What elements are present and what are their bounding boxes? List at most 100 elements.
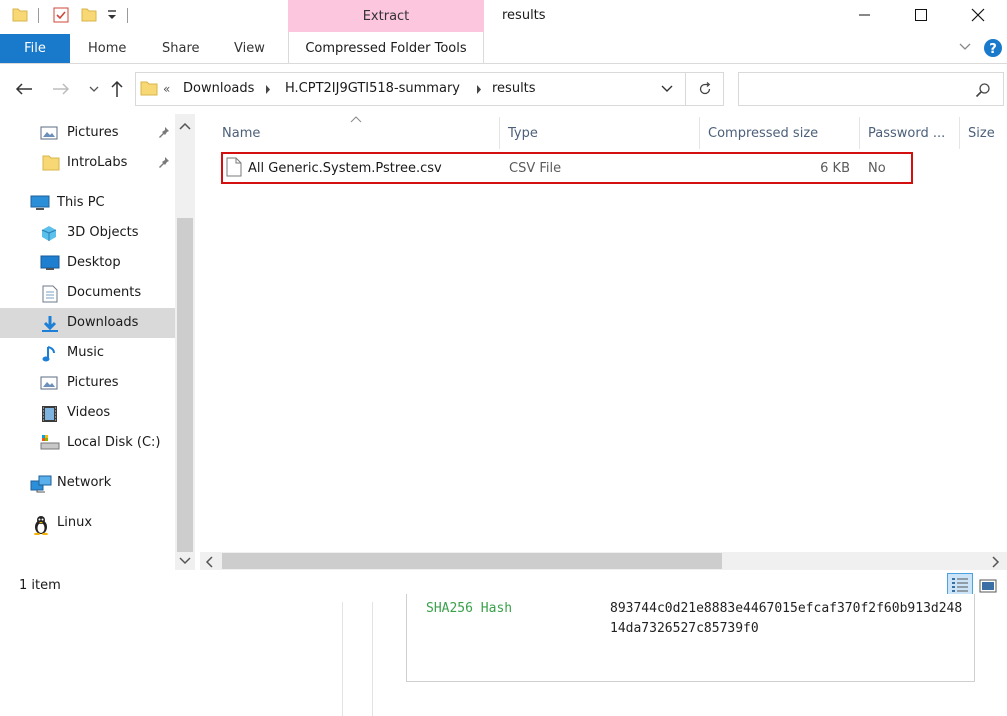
sort-ascending-icon — [350, 116, 362, 123]
background-panel-divider — [372, 602, 373, 716]
nav-item-videos[interactable]: Videos — [0, 398, 175, 428]
column-header-type[interactable]: Type — [508, 122, 538, 146]
column-header-name[interactable]: Name — [222, 122, 260, 146]
nav-item-downloads[interactable]: Downloads — [0, 308, 175, 338]
chevron-right-icon — [992, 556, 1000, 568]
nav-item-music[interactable]: Music — [0, 338, 175, 368]
documents-icon — [42, 285, 60, 303]
desktop-icon — [40, 255, 60, 271]
tab-view[interactable]: View — [234, 34, 265, 63]
chevron-down-icon — [179, 557, 191, 565]
nav-item-linux[interactable]: Linux — [0, 508, 175, 538]
properties-icon[interactable] — [52, 6, 70, 24]
pin-icon[interactable] — [157, 156, 170, 169]
music-icon — [42, 345, 60, 362]
breadcrumb-overflow[interactable]: « — [163, 80, 170, 98]
new-folder-icon[interactable] — [80, 6, 98, 24]
nav-item-network[interactable]: Network — [0, 468, 175, 498]
chevron-down-icon — [661, 85, 673, 92]
recent-locations-button[interactable] — [83, 78, 105, 100]
help-button[interactable]: ? — [983, 38, 1003, 58]
chevron-right-icon[interactable] — [265, 85, 271, 94]
3d-objects-icon — [40, 225, 58, 241]
column-divider[interactable] — [699, 117, 700, 149]
local-disk-icon — [40, 435, 60, 451]
navigation-scrollbar-thumb[interactable] — [177, 218, 193, 552]
hash-label: SHA256 Hash — [426, 601, 513, 616]
nav-item-this-pc[interactable]: This PC — [0, 188, 175, 218]
large-icons-view-button[interactable] — [977, 575, 999, 597]
nav-item-documents[interactable]: Documents — [0, 278, 175, 308]
svg-text:?: ? — [989, 42, 997, 57]
column-header-size[interactable]: Size — [968, 122, 995, 146]
refresh-button[interactable] — [686, 72, 724, 106]
up-button[interactable] — [106, 78, 128, 100]
network-icon — [30, 475, 52, 493]
breadcrumb-summary-folder[interactable]: H.CPT2IJ9GTI518-summary — [285, 80, 460, 98]
arrow-left-icon — [15, 83, 32, 95]
computer-icon — [30, 195, 50, 211]
chevron-down-icon — [89, 86, 99, 92]
tab-share[interactable]: Share — [162, 34, 200, 63]
column-divider[interactable] — [959, 117, 960, 149]
status-item-count: 1 item — [19, 578, 61, 593]
minimize-icon — [859, 14, 870, 16]
folder-icon — [140, 79, 158, 97]
pin-icon[interactable] — [157, 126, 170, 139]
folder-icon — [42, 155, 60, 171]
scroll-down-button[interactable] — [179, 557, 191, 565]
close-icon — [971, 8, 985, 22]
scroll-left-button[interactable] — [205, 556, 213, 568]
nav-item-desktop[interactable]: Desktop — [0, 248, 175, 278]
pictures-icon — [40, 375, 58, 391]
linux-icon — [32, 515, 50, 535]
csv-file-icon — [226, 157, 242, 177]
context-tab-extract[interactable]: Extract — [288, 0, 484, 32]
nav-item-introlabs[interactable]: IntroLabs — [0, 148, 175, 178]
close-button[interactable] — [955, 0, 1001, 30]
forward-button[interactable] — [50, 78, 72, 100]
maximize-button[interactable] — [898, 0, 944, 30]
horizontal-scrollbar-thumb[interactable] — [222, 553, 722, 569]
nav-item-pictures-quick[interactable]: Pictures — [0, 118, 175, 148]
downloads-icon — [40, 315, 58, 332]
minimize-button[interactable] — [842, 0, 888, 30]
videos-icon — [41, 405, 59, 422]
navigation-pane: Pictures IntroLabs This PC 3D Objects De… — [0, 114, 195, 570]
large-icons-view-icon — [979, 579, 997, 593]
address-dropdown-button[interactable] — [661, 85, 673, 93]
scroll-right-button[interactable] — [992, 556, 1000, 568]
scroll-up-button[interactable] — [179, 122, 191, 130]
column-header-compressed-size[interactable]: Compressed size — [708, 122, 818, 146]
title-bar: Extract results — [0, 0, 1007, 32]
chevron-up-icon — [179, 122, 191, 130]
chevron-right-icon[interactable] — [476, 85, 482, 94]
nav-item-3d-objects[interactable]: 3D Objects — [0, 218, 175, 248]
separator — [127, 8, 128, 23]
file-name[interactable]: All Generic.System.Pstree.csv — [248, 160, 442, 178]
back-button[interactable] — [13, 78, 35, 100]
chevron-down-icon — [959, 43, 971, 50]
ribbon-expand-button[interactable] — [958, 42, 972, 52]
nav-item-local-disk[interactable]: Local Disk (C:) — [0, 428, 175, 458]
tab-compressed-folder-tools[interactable]: Compressed Folder Tools — [288, 32, 484, 63]
column-divider[interactable] — [859, 117, 860, 149]
nav-item-pictures[interactable]: Pictures — [0, 368, 175, 398]
tab-home[interactable]: Home — [88, 34, 126, 63]
pictures-icon — [40, 125, 58, 141]
folder-icon[interactable] — [11, 6, 29, 24]
tab-file[interactable]: File — [0, 34, 70, 63]
background-panel-divider — [342, 602, 343, 716]
column-divider[interactable] — [499, 117, 500, 149]
breadcrumb-results[interactable]: results — [492, 80, 536, 98]
maximize-icon — [915, 9, 927, 21]
arrow-right-icon — [53, 83, 70, 95]
breadcrumb-downloads[interactable]: Downloads — [183, 80, 254, 98]
search-input[interactable] — [738, 72, 1004, 106]
refresh-icon — [699, 82, 711, 95]
file-compressed-size: 6 KB — [820, 161, 850, 176]
help-icon: ? — [984, 39, 1002, 57]
file-type: CSV File — [509, 161, 562, 176]
customize-quick-access-icon[interactable] — [106, 8, 118, 22]
column-header-password[interactable]: Password ... — [868, 122, 945, 146]
